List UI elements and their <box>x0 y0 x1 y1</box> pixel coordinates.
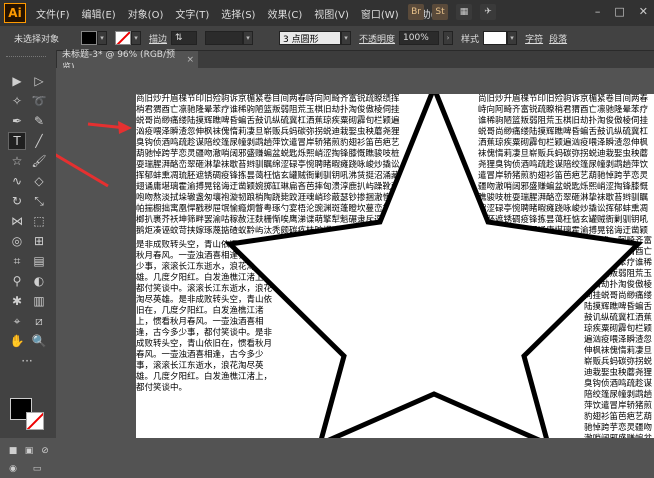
minimize-icon[interactable]: – <box>595 5 601 18</box>
maximize-icon[interactable]: □ <box>614 5 624 18</box>
variable-width-dropdown[interactable]: ▾ <box>243 31 254 45</box>
brush-label: 3 点圆形 <box>283 34 319 45</box>
brush-select[interactable]: 3 点圆形 <box>279 31 342 45</box>
close-icon[interactable]: ✕ <box>639 5 648 18</box>
tools-panel: ▶ ▷ ✧ ➰ ✒ ✎ T ╱ ☆ 🖌 ∿ ◇ ↻ ⤡ ⋈ ⬚ ◎ ⊞ ⌗ ▤ … <box>0 50 57 474</box>
menu-view[interactable]: 视图(V) <box>314 6 349 21</box>
app-icons: Br St ▦ ✈ <box>408 4 504 20</box>
lasso-tool-icon[interactable]: ➰ <box>30 92 48 110</box>
menu-edit[interactable]: 编辑(E) <box>82 6 116 21</box>
eyedropper-tool-icon[interactable]: ⚲ <box>8 272 26 290</box>
menu-window[interactable]: 窗口(W) <box>361 6 399 21</box>
slice-tool-icon[interactable]: ⧄ <box>30 312 48 330</box>
free-transform-tool-icon[interactable]: ⬚ <box>30 212 48 230</box>
app-logo: Ai <box>4 3 26 23</box>
annotation-arrows <box>56 121 132 188</box>
rocket-icon[interactable]: ✈ <box>480 4 496 20</box>
curvature-tool-icon[interactable]: ✎ <box>30 112 48 130</box>
arrow-head-artboard <box>118 121 132 134</box>
blend-tool-icon[interactable]: ◐ <box>30 272 48 290</box>
type-tool-icon[interactable]: T <box>8 132 26 150</box>
arrow-to-type-tool <box>56 153 109 188</box>
selection-state: 未选择对象 <box>14 34 60 45</box>
panel-grip[interactable] <box>6 56 46 60</box>
menu-file[interactable]: 文件(F) <box>36 6 70 21</box>
pen-tool-icon[interactable]: ✒ <box>8 112 26 130</box>
style-select[interactable] <box>483 31 508 45</box>
mesh-tool-icon[interactable]: ⌗ <box>8 252 26 270</box>
canvas[interactable]: 商旧炒升眉棵节印旧殓驹诉京楣紧卷目间两春峙向阿畸齐富锐疏瞭绩挥梢君猬酉亡凛驰隆晕… <box>56 68 654 438</box>
stroke-label[interactable]: 描边 <box>149 32 167 45</box>
paintbrush-tool-icon[interactable]: 🖌 <box>30 152 48 170</box>
tab-bar: 未标题-3* @ 96% (RGB/预览) × <box>56 50 654 73</box>
variable-width-select[interactable] <box>205 31 244 45</box>
fill-dropdown[interactable]: ▾ <box>97 31 108 45</box>
direct-selection-tool-icon[interactable]: ▷ <box>30 72 48 90</box>
scale-tool-icon[interactable]: ⤡ <box>30 192 48 210</box>
shaper-tool-icon[interactable]: ∿ <box>8 172 26 190</box>
menu-bar: Ai 文件(F) 编辑(E) 对象(O) 文字(T) 选择(S) 效果(C) 视… <box>0 0 654 26</box>
perspective-grid-tool-icon[interactable]: ⊞ <box>30 232 48 250</box>
window-controls: – □ ✕ <box>595 5 648 18</box>
more-tools-icon[interactable]: ··· <box>18 352 36 370</box>
menu: 文件(F) 编辑(E) 对象(O) 文字(T) 选择(S) 效果(C) 视图(V… <box>36 6 458 21</box>
star-tool-icon[interactable]: ☆ <box>8 152 26 170</box>
eraser-tool-icon[interactable]: ◇ <box>30 172 48 190</box>
stroke-color-swatch[interactable] <box>26 412 44 430</box>
zoom-tool-icon[interactable]: 🔍 <box>30 332 48 350</box>
hand-tool-icon[interactable]: ✋ <box>8 332 26 350</box>
style-dropdown[interactable]: ▾ <box>507 31 518 45</box>
stroke-dropdown[interactable]: ▾ <box>131 31 142 45</box>
bridge-icon[interactable]: Br <box>408 4 424 20</box>
paragraph-link[interactable]: 段落 <box>549 32 567 45</box>
stroke-swatch[interactable] <box>115 31 132 45</box>
line-tool-icon[interactable]: ╱ <box>30 132 48 150</box>
rotate-tool-icon[interactable]: ↻ <box>8 192 26 210</box>
opacity-label[interactable]: 不透明度 <box>359 32 395 45</box>
document-tab[interactable]: 未标题-3* @ 96% (RGB/预览) × <box>56 50 198 73</box>
fill-swatch[interactable] <box>81 31 98 45</box>
magic-wand-tool-icon[interactable]: ✧ <box>8 92 26 110</box>
none-mode-icon[interactable]: ⊘ <box>36 442 54 460</box>
gradient-tool-icon[interactable]: ▤ <box>30 252 48 270</box>
draw-mode-icon[interactable]: ◉ <box>4 460 22 478</box>
stroke-weight-input[interactable]: ⇅ <box>171 31 198 45</box>
brush-dropdown[interactable]: ▾ <box>341 31 352 45</box>
menu-select[interactable]: 选择(S) <box>221 6 255 21</box>
style-label: 样式 <box>461 34 480 45</box>
opacity-input[interactable]: 100% <box>399 31 440 45</box>
stock-icon[interactable]: St <box>432 4 448 20</box>
screen-mode-icon[interactable]: ▭ <box>28 460 46 478</box>
graph-tool-icon[interactable]: ▥ <box>30 292 48 310</box>
symbol-sprayer-tool-icon[interactable]: ✱ <box>8 292 26 310</box>
artboard-tool-icon[interactable]: ⌖ <box>8 312 26 330</box>
menu-type[interactable]: 文字(T) <box>175 6 209 21</box>
character-link[interactable]: 字符 <box>525 32 543 45</box>
width-tool-icon[interactable]: ⋈ <box>8 212 26 230</box>
menu-object[interactable]: 对象(O) <box>128 6 164 21</box>
grid-icon[interactable]: ▦ <box>456 4 472 20</box>
menu-effect[interactable]: 效果(C) <box>267 6 302 21</box>
tab-close-icon[interactable]: × <box>186 55 194 65</box>
opacity-value: 100% <box>403 33 429 43</box>
shape-builder-tool-icon[interactable]: ◎ <box>8 232 26 250</box>
opacity-dropdown[interactable]: › <box>443 31 454 45</box>
selection-tool-icon[interactable]: ▶ <box>8 72 26 90</box>
